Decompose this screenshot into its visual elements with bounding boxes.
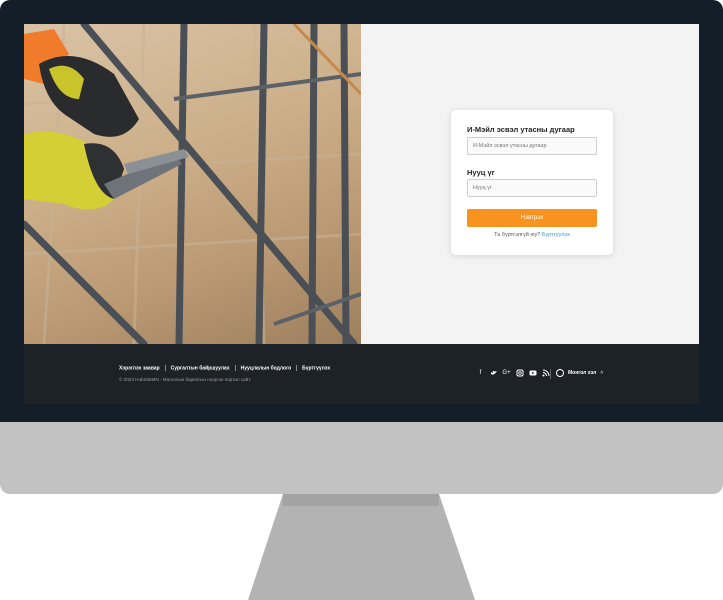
screen: И-Мэйл эсвэл утасны дугаар Нууц үг Нэвтр…	[24, 24, 699, 404]
rss-icon[interactable]	[541, 369, 550, 378]
login-button[interactable]: Нэвтрэх	[467, 209, 597, 227]
monitor-frame: И-Мэйл эсвэл утасны дугаар Нууц үг Нэвтр…	[0, 0, 723, 600]
footer-link-training[interactable]: Сургалтын байршуулах	[171, 365, 230, 371]
email-label: И-Мэйл эсвэл утасны дугаар	[467, 125, 575, 134]
language-selector[interactable]: Монгол хэл ˄	[556, 369, 603, 377]
footer-link-divider	[164, 365, 166, 371]
instagram-icon[interactable]	[515, 369, 524, 378]
hero-photo	[24, 24, 361, 344]
social-links: f G+	[476, 369, 550, 378]
monitor-chin	[0, 422, 723, 494]
footer-divider	[550, 369, 551, 379]
footer-link-privacy[interactable]: Нууцлалын бодлого	[241, 365, 292, 371]
copyright: © 2023 HubSiteMN - Монголын барилгын нэг…	[119, 377, 252, 382]
language-label: Монгол хэл	[568, 370, 597, 376]
footer-link-divider	[296, 365, 298, 371]
email-field[interactable]	[467, 137, 597, 155]
login-card: И-Мэйл эсвэл утасны дугаар Нууц үг Нэвтр…	[451, 110, 613, 255]
footer-link-guide[interactable]: Хэрэглэх заавар	[119, 365, 160, 371]
globe-icon	[556, 369, 564, 377]
register-prompt-text: Та бүртгэлгүй юу?	[494, 232, 541, 238]
facebook-icon[interactable]: f	[476, 369, 485, 378]
footer-link-divider	[234, 365, 236, 371]
password-field[interactable]	[467, 179, 597, 197]
footer-links: Хэрэглэх заавар Сургалтын байршуулах Нууцл…	[119, 365, 330, 371]
password-label: Нууц үг	[467, 168, 495, 177]
chevron-up-icon: ˄	[600, 370, 604, 376]
register-link[interactable]: Бүртгүүлэх	[542, 232, 570, 238]
footer-link-register[interactable]: Бүртгүүлэх	[302, 365, 330, 371]
twitter-icon[interactable]	[489, 369, 498, 378]
login-pane: И-Мэйл эсвэл утасны дугаар Нууц үг Нэвтр…	[361, 24, 699, 344]
youtube-icon[interactable]	[528, 369, 537, 378]
register-prompt: Та бүртгэлгүй юу? Бүртгүүлэх	[451, 232, 613, 238]
monitor-stand	[248, 494, 475, 600]
footer: Хэрэглэх заавар Сургалтын байршуулах Нууцл…	[24, 344, 699, 404]
google-plus-icon[interactable]: G+	[502, 369, 511, 378]
